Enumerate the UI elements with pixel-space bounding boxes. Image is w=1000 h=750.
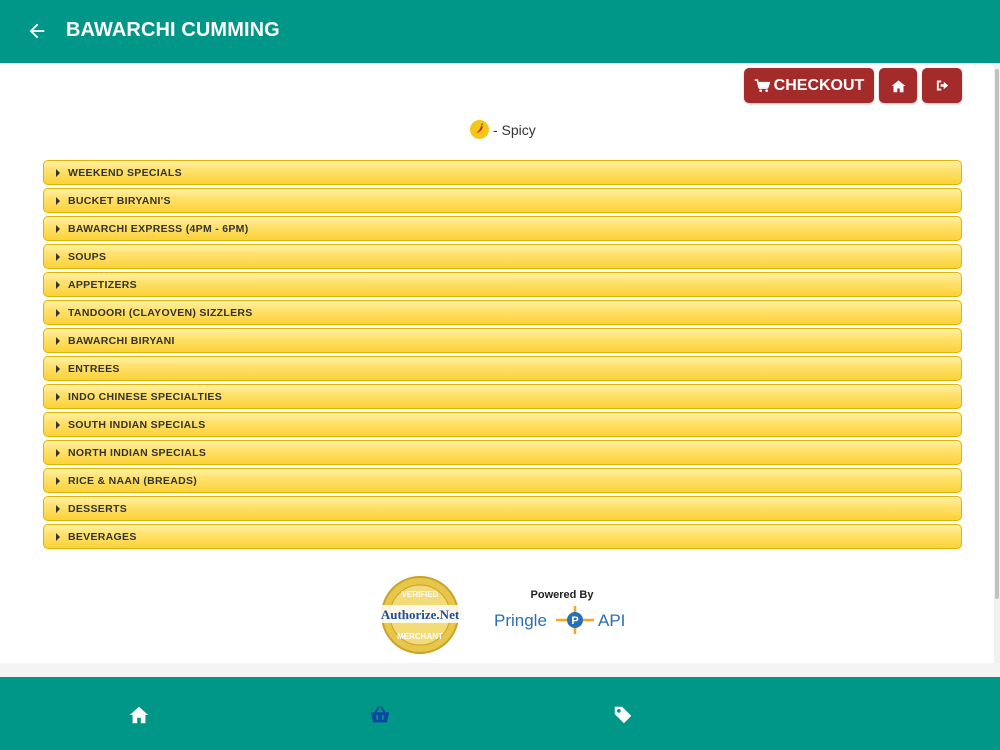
bottom-nav xyxy=(0,677,1000,750)
home-icon[interactable] xyxy=(128,704,150,726)
menu-category-rice-naan[interactable]: RICE & NAAN (BREADS) xyxy=(43,468,962,493)
menu-category-north-indian[interactable]: NORTH INDIAN SPECIALS xyxy=(43,440,962,465)
app-header: BAWARCHI CUMMING xyxy=(0,0,1000,63)
menu-category-label: WEEKEND SPECIALS xyxy=(68,166,182,179)
home-button[interactable] xyxy=(879,68,917,103)
menu-category-label: INDO CHINESE SPECIALTIES xyxy=(68,390,223,403)
caret-right-icon xyxy=(56,448,60,457)
caret-right-icon xyxy=(56,392,60,401)
chili-pepper-icon xyxy=(470,120,489,139)
checkout-button[interactable]: CHECKOUT xyxy=(744,68,874,103)
menu-category-label: TANDOORI (CLAYOVEN) SIZZLERS xyxy=(68,306,253,319)
caret-right-icon xyxy=(56,224,60,233)
home-icon xyxy=(891,79,905,92)
menu-category-beverages[interactable]: BEVERAGES xyxy=(43,524,962,549)
scrollbar-thumb[interactable] xyxy=(995,69,999,599)
pringle-logo-text: Pringle xyxy=(494,611,547,630)
pringle-p-icon: P xyxy=(556,606,594,634)
sign-out-icon xyxy=(936,80,948,91)
trust-badges: VERIFIED Authorize.Net MERCHANT Powered … xyxy=(0,575,1000,655)
authorize-net-seal[interactable]: VERIFIED Authorize.Net MERCHANT xyxy=(373,575,467,655)
menu-category-label: APPETIZERS xyxy=(68,278,137,291)
menu-category-tandoori-sizzlers[interactable]: TANDOORI (CLAYOVEN) SIZZLERS xyxy=(43,300,962,325)
menu-category-appetizers[interactable]: APPETIZERS xyxy=(43,272,962,297)
pringle-api-logo[interactable]: Powered By Pringle P API xyxy=(492,589,632,639)
api-logo-text: API xyxy=(598,611,626,630)
tag-icon[interactable] xyxy=(612,704,634,726)
caret-right-icon xyxy=(56,504,60,513)
caret-right-icon xyxy=(56,364,60,373)
menu-category-label: BAWARCHI EXPRESS (4PM - 6PM) xyxy=(68,222,249,235)
caret-right-icon xyxy=(56,280,60,289)
caret-right-icon xyxy=(56,476,60,485)
shopping-cart-icon xyxy=(754,78,770,92)
pringle-p-letter: P xyxy=(571,615,578,627)
content-bottom-divider xyxy=(0,663,1000,677)
menu-category-label: SOUPS xyxy=(68,250,107,263)
menu-category-label: NORTH INDIAN SPECIALS xyxy=(68,446,207,459)
menu-category-soups[interactable]: SOUPS xyxy=(43,244,962,269)
page-title: BAWARCHI CUMMING xyxy=(66,19,280,41)
authorize-seal-bottom-text: MERCHANT xyxy=(397,632,443,641)
menu-category-weekend-specials[interactable]: WEEKEND SPECIALS xyxy=(43,160,962,185)
caret-right-icon xyxy=(56,532,60,541)
menu-category-indo-chinese[interactable]: INDO CHINESE SPECIALTIES xyxy=(43,384,962,409)
menu-category-list: WEEKEND SPECIALS BUCKET BIRYANI'S BAWARC… xyxy=(43,160,962,552)
caret-right-icon xyxy=(56,308,60,317)
menu-category-label: SOUTH INDIAN SPECIALS xyxy=(68,418,206,431)
menu-category-bawarchi-biryani[interactable]: BAWARCHI BIRYANI xyxy=(43,328,962,353)
caret-right-icon xyxy=(56,252,60,261)
arrow-left-icon[interactable] xyxy=(26,20,48,42)
menu-category-desserts[interactable]: DESSERTS xyxy=(43,496,962,521)
authorize-seal-top-text: VERIFIED xyxy=(402,590,439,599)
shopping-basket-icon[interactable] xyxy=(369,704,391,726)
menu-category-entrees[interactable]: ENTREES xyxy=(43,356,962,381)
caret-right-icon xyxy=(56,420,60,429)
menu-category-label: DESSERTS xyxy=(68,502,127,515)
spicy-legend-text: - Spicy xyxy=(493,121,536,138)
menu-category-label: BUCKET BIRYANI'S xyxy=(68,194,171,207)
menu-category-bawarchi-express[interactable]: BAWARCHI EXPRESS (4PM - 6PM) xyxy=(43,216,962,241)
powered-by-text: Powered By xyxy=(530,589,594,601)
menu-category-label: ENTREES xyxy=(68,362,120,375)
caret-right-icon xyxy=(56,196,60,205)
menu-category-south-indian[interactable]: SOUTH INDIAN SPECIALS xyxy=(43,412,962,437)
caret-right-icon xyxy=(56,336,60,345)
menu-category-label: BEVERAGES xyxy=(68,530,137,543)
authorize-seal-name: Authorize.Net xyxy=(381,607,460,622)
caret-right-icon xyxy=(56,168,60,177)
menu-category-label: BAWARCHI BIRYANI xyxy=(68,334,175,347)
spicy-legend: - Spicy xyxy=(470,120,536,139)
menu-category-label: RICE & NAAN (BREADS) xyxy=(68,474,198,487)
logout-button[interactable] xyxy=(922,68,962,103)
menu-category-bucket-biryanis[interactable]: BUCKET BIRYANI'S xyxy=(43,188,962,213)
checkout-label: CHECKOUT xyxy=(773,76,865,94)
